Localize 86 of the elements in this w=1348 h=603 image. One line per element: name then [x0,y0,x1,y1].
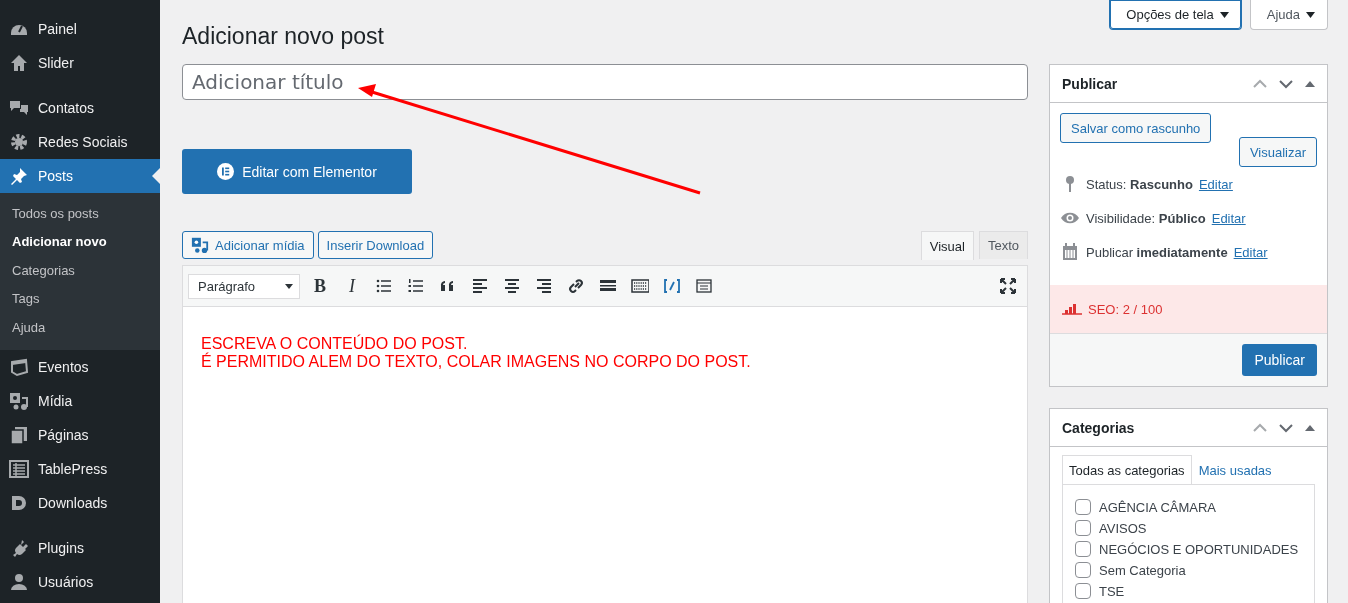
edit-link[interactable]: Editar [1211,210,1246,226]
menu-item[interactable]: Contatos [0,91,160,125]
menu-item[interactable]: Eventos [0,349,160,384]
collapse-triangle-icon[interactable] [1305,80,1315,87]
edit-link[interactable]: Editar [1198,176,1233,192]
media-icon [191,236,209,254]
category-label: TSE [1099,583,1125,599]
elementor-logo-icon [217,163,235,180]
category-tab[interactable]: Todas as categorias [1062,455,1192,484]
caret-icon [1219,11,1229,18]
title-field[interactable]: Adicionar título [182,64,1028,100]
keyboard-icon[interactable] [631,277,649,295]
align-center-icon[interactable] [503,277,521,295]
menu-item[interactable]: TablePress [0,451,160,486]
chevron-down-icon[interactable] [1279,422,1293,433]
eye-icon [1060,211,1080,225]
page-title: Adicionar novo post [182,22,385,51]
chevron-down-icon[interactable] [1279,78,1293,89]
submenu-item[interactable]: Tags [0,285,160,314]
menu-item[interactable]: Redes Sociais [0,125,160,159]
paste-icon[interactable] [695,277,713,295]
bulleted-list-icon[interactable] [375,277,393,295]
menu-item[interactable]: Páginas [0,417,160,452]
caret-icon [1306,11,1315,18]
publish-info-text: Visibilidade: Público [1086,210,1206,226]
edit-link[interactable]: Editar [1233,244,1268,260]
person-icon [9,571,29,592]
checkbox[interactable] [1075,520,1091,536]
caret-icon [285,283,293,289]
media-icon [9,390,29,411]
save-draft-button[interactable]: Salvar como rascunho [1060,113,1212,143]
category-label: Sem Categoria [1099,562,1186,578]
submenu-item[interactable]: Ajuda [0,313,160,342]
menu-item[interactable]: Painel [0,12,160,46]
calendar-icon [1062,243,1078,261]
format-select[interactable]: Parágrafo [188,273,300,299]
italic-button[interactable]: I [336,275,368,297]
gear-icon [9,132,29,152]
align-right-icon[interactable] [535,277,553,295]
screen-options-tab[interactable]: Opções de tela [1109,0,1242,30]
menu-item[interactable]: Posts [0,159,160,193]
panel-title: Categorias [1062,419,1135,436]
publish-button[interactable]: Publicar [1242,344,1317,376]
house-icon [9,53,29,73]
shortcode-icon[interactable] [663,277,681,295]
menu-item[interactable]: Plugins [0,530,160,565]
map-pin-icon [1063,175,1077,193]
align-left-icon[interactable] [471,277,489,295]
bar-chart-icon [1062,303,1082,315]
submenu-item[interactable]: Adicionar novo [0,228,160,257]
publish-info-text: Publicar imediatamente [1086,244,1228,260]
seo-score: SEO: 2 / 100 [1088,301,1163,317]
category-label: NEGÓCIOS E OPORTUNIDADES [1099,541,1299,557]
category-label: AGÊNCIA CÂMARA [1099,499,1217,515]
bold-button[interactable]: B [304,275,336,297]
checkbox[interactable] [1075,583,1091,599]
menu-item[interactable]: Downloads [0,485,160,520]
category-label: AVISOS [1099,520,1147,536]
content-text: É PERMITIDO ALEM DO TEXTO, COLAR IMAGENS NO CORPO DO POST. [201,353,751,371]
pushpin-icon [9,166,29,186]
submenu-item[interactable]: Todos os posts [0,200,160,229]
calendar-icon [9,356,29,377]
content-text: ESCREVA O CONTEÚDO DO POST. [201,335,468,352]
editor-tab[interactable]: Visual [920,231,974,260]
checkbox[interactable] [1075,499,1091,515]
media-button[interactable]: Adicionar mídia [182,231,314,259]
preview-button[interactable]: Visualizar [1238,137,1317,167]
numbered-list-icon[interactable] [407,277,425,295]
fullscreen-icon[interactable] [1000,278,1016,294]
publish-info-text: Status: Rascunho [1086,176,1193,192]
link-icon[interactable] [567,277,585,295]
menu-item[interactable]: Usuários [0,564,160,599]
editor-tab[interactable]: Texto [978,231,1028,259]
checkbox[interactable] [1075,541,1091,557]
collapse-triangle-icon[interactable] [1305,424,1315,431]
elementor-button[interactable]: Editar com Elementor [182,149,412,194]
media-button[interactable]: Inserir Download [317,231,434,259]
menu-item[interactable]: Slider [0,46,160,80]
panel-title: Publicar [1062,75,1118,92]
screen-options-tab[interactable]: Ajuda [1249,0,1328,30]
menu-item[interactable]: Mídia [0,383,160,418]
pages-icon [9,424,29,445]
table-icon [9,458,29,479]
submenu-item[interactable]: Categorias [0,256,160,286]
checkbox[interactable] [1075,562,1091,578]
category-tab[interactable]: Mais usadas [1191,455,1279,484]
